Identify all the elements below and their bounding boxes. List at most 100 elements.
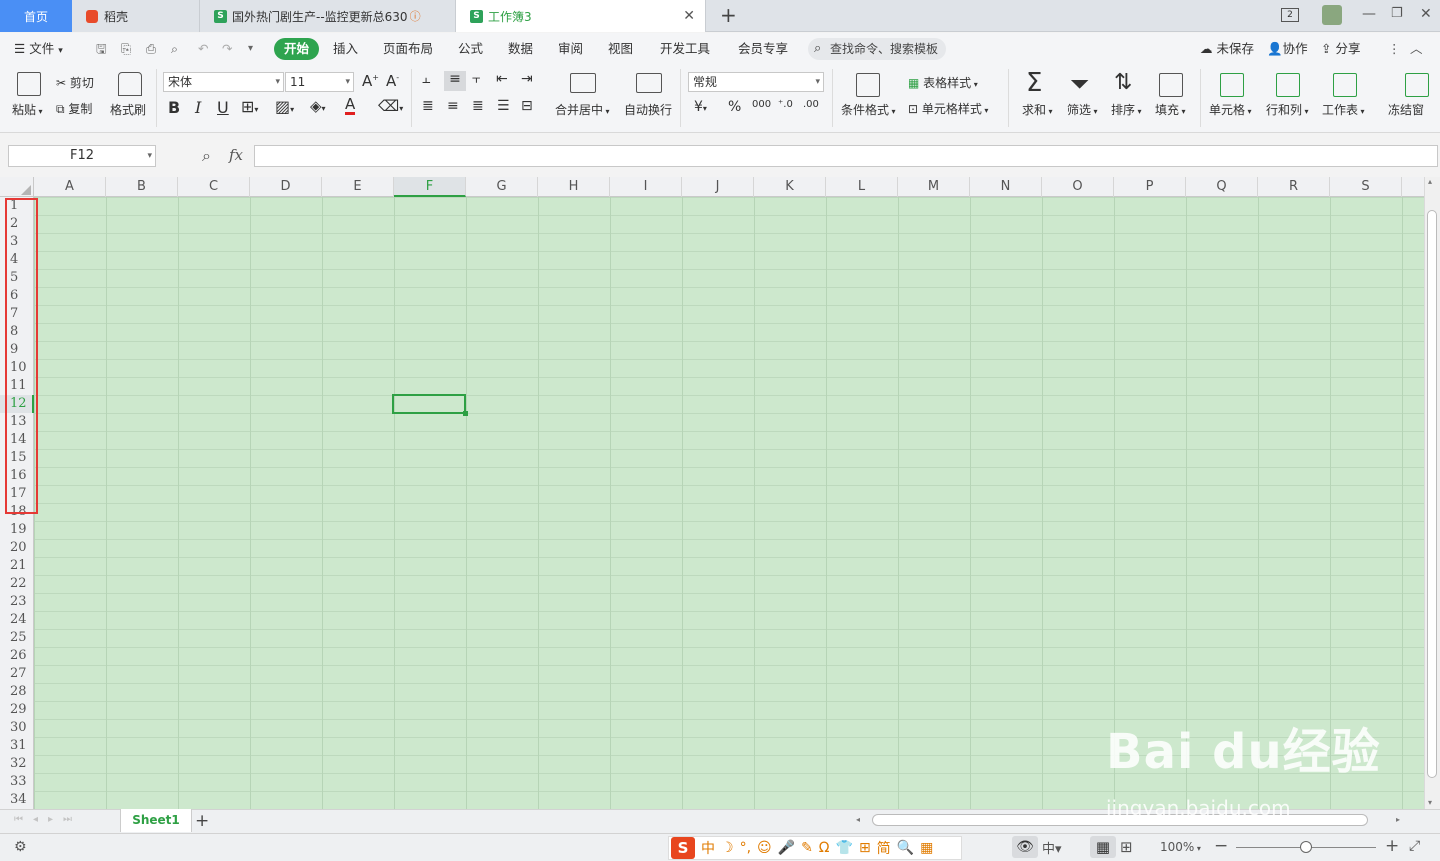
decrease-decimal-icon[interactable]: .00 — [803, 99, 819, 110]
justify-icon[interactable]: ☰ — [497, 98, 510, 114]
align-center-icon[interactable]: ≡ — [447, 98, 459, 114]
page-view-icon[interactable]: ⊞ — [1120, 838, 1133, 856]
row-header[interactable]: 28 — [0, 683, 34, 701]
ime-symbol-icon[interactable]: Ω — [819, 840, 830, 856]
row-header[interactable]: 20 — [0, 539, 34, 557]
row-header[interactable]: 32 — [0, 755, 34, 773]
customize-chevron-icon[interactable]: ▾ — [248, 33, 253, 65]
cell-icon[interactable] — [1220, 73, 1244, 97]
menu-tab-start[interactable]: 开始 — [274, 38, 320, 60]
align-middle-icon[interactable]: ≡ — [444, 71, 466, 91]
macro-icon[interactable]: ⚙ — [14, 839, 27, 855]
column-header[interactable]: S — [1330, 177, 1402, 197]
row-header[interactable]: 29 — [0, 701, 34, 719]
paste-icon[interactable] — [17, 72, 41, 96]
ime-punctuation-icon[interactable]: °, — [740, 840, 751, 856]
zoom-slider-thumb[interactable] — [1300, 841, 1312, 853]
conditional-format-button[interactable]: 条件格式 ▾ — [841, 101, 896, 118]
format-painter-button[interactable]: 格式刷 — [110, 101, 146, 118]
save-icon[interactable]: 🖫 — [96, 33, 107, 65]
bold-icon[interactable]: B — [168, 98, 180, 117]
unsaved-status[interactable]: ☁ 未保存 — [1200, 33, 1254, 65]
row-header[interactable]: 26 — [0, 647, 34, 665]
cell-button[interactable]: 单元格 ▾ — [1209, 101, 1252, 118]
align-bottom-icon[interactable]: ⫟ — [472, 71, 480, 87]
row-header[interactable]: 33 — [0, 773, 34, 791]
increase-decimal-icon[interactable]: ⁺.0 — [778, 99, 793, 110]
borders-icon[interactable]: ⊞▾ — [241, 97, 258, 116]
column-header[interactable]: D — [250, 177, 322, 197]
currency-icon[interactable]: ¥▾ — [694, 99, 707, 115]
sheet-nav-icon[interactable]: ⏮◂▸⏭ — [14, 814, 82, 825]
column-header[interactable]: P — [1114, 177, 1186, 197]
menu-tab-formulas[interactable]: 公式 — [458, 33, 483, 65]
column-header[interactable]: N — [970, 177, 1042, 197]
fill-color-icon[interactable]: ◈▾ — [310, 97, 326, 115]
column-header[interactable]: K — [754, 177, 826, 197]
row-col-button[interactable]: 行和列 ▾ — [1266, 101, 1309, 118]
ime-skin-icon[interactable]: 👕 — [836, 840, 853, 856]
restore-icon[interactable]: ❐ — [1391, 6, 1403, 21]
row-header[interactable]: 21 — [0, 557, 34, 575]
menu-tab-data[interactable]: 数据 — [508, 33, 533, 65]
italic-icon[interactable]: I — [195, 98, 201, 117]
freeze-icon[interactable] — [1405, 73, 1429, 97]
ime-chinese-icon[interactable]: 中 — [701, 838, 715, 858]
menu-tab-page-layout[interactable]: 页面布局 — [383, 33, 433, 65]
tab-docer[interactable]: 稻壳 — [72, 0, 200, 32]
ime-logo-icon[interactable]: S — [671, 837, 695, 859]
collab-button[interactable]: 👤协作 — [1267, 33, 1308, 65]
paste-button[interactable]: 粘贴 ▾ — [12, 101, 43, 118]
align-right-icon[interactable]: ≣ — [472, 98, 484, 114]
column-header[interactable]: L — [826, 177, 898, 197]
column-header[interactable]: H — [538, 177, 610, 197]
zoom-in-icon[interactable]: + — [1385, 836, 1399, 856]
ime-emoji-icon[interactable]: ☺ — [757, 840, 772, 856]
merge-center-icon[interactable] — [570, 73, 596, 93]
sort-button[interactable]: 排序 ▾ — [1111, 101, 1142, 118]
sort-icon[interactable]: ⇅ — [1114, 70, 1132, 95]
scroll-down-icon[interactable]: ▾ — [1428, 798, 1432, 807]
row-header[interactable]: 19 — [0, 521, 34, 539]
zoom-level[interactable]: 100% ▾ — [1160, 840, 1201, 854]
ime-crop-icon[interactable]: ⊞ — [859, 840, 871, 856]
minimize-icon[interactable]: — — [1362, 6, 1376, 22]
menu-tab-member[interactable]: 会员专享 — [738, 33, 788, 65]
window-count-badge[interactable]: 2 — [1281, 8, 1299, 22]
font-color-icon[interactable]: A — [345, 97, 356, 115]
close-tab-icon[interactable]: ✕ — [683, 8, 695, 24]
fill-icon[interactable] — [1159, 73, 1183, 97]
merge-center-button[interactable]: 合并居中 ▾ — [555, 101, 610, 118]
column-header[interactable]: Q — [1186, 177, 1258, 197]
file-menu[interactable]: ☰ 文件 ▾ — [14, 33, 63, 65]
sum-icon[interactable]: Σ — [1026, 68, 1042, 98]
clear-format-icon[interactable]: ⌫▾ — [378, 97, 403, 115]
increase-font-icon[interactable]: A+ — [362, 72, 379, 90]
row-header[interactable]: 24 — [0, 611, 34, 629]
row-header[interactable]: 23 — [0, 593, 34, 611]
tab-document-2[interactable]: S 工作簿3 ✕ — [456, 0, 706, 32]
row-header[interactable]: 34 — [0, 791, 34, 809]
menu-tab-review[interactable]: 审阅 — [558, 33, 583, 65]
tab-document-1[interactable]: S 国外热门剧生产--监控更新总630 ⓘ — [200, 0, 456, 32]
column-header[interactable]: B — [106, 177, 178, 197]
share-button[interactable]: ⇪ 分享 — [1321, 33, 1360, 65]
align-top-icon[interactable]: ⫠ — [422, 71, 430, 87]
name-box[interactable]: F12 ▾ — [8, 145, 156, 167]
row-header[interactable]: 30 — [0, 719, 34, 737]
column-header[interactable]: G — [466, 177, 538, 197]
row-col-icon[interactable] — [1276, 73, 1300, 97]
underline-icon[interactable]: U — [217, 98, 229, 117]
column-header[interactable]: M — [898, 177, 970, 197]
print-preview-icon[interactable]: ⌕ — [171, 33, 178, 65]
filter-button[interactable]: 筛选 ▾ — [1067, 101, 1098, 118]
normal-view-icon[interactable]: ▦ — [1090, 836, 1116, 858]
scroll-up-icon[interactable]: ▴ — [1428, 177, 1432, 186]
number-format-select[interactable]: 常规 — [688, 72, 824, 92]
row-header[interactable]: 22 — [0, 575, 34, 593]
new-tab-button[interactable]: + — [720, 3, 737, 27]
fill-style-icon[interactable]: ▨▾ — [275, 97, 294, 116]
column-header[interactable]: C — [178, 177, 250, 197]
column-header[interactable]: J — [682, 177, 754, 197]
fx-icon[interactable]: fx — [229, 146, 243, 164]
